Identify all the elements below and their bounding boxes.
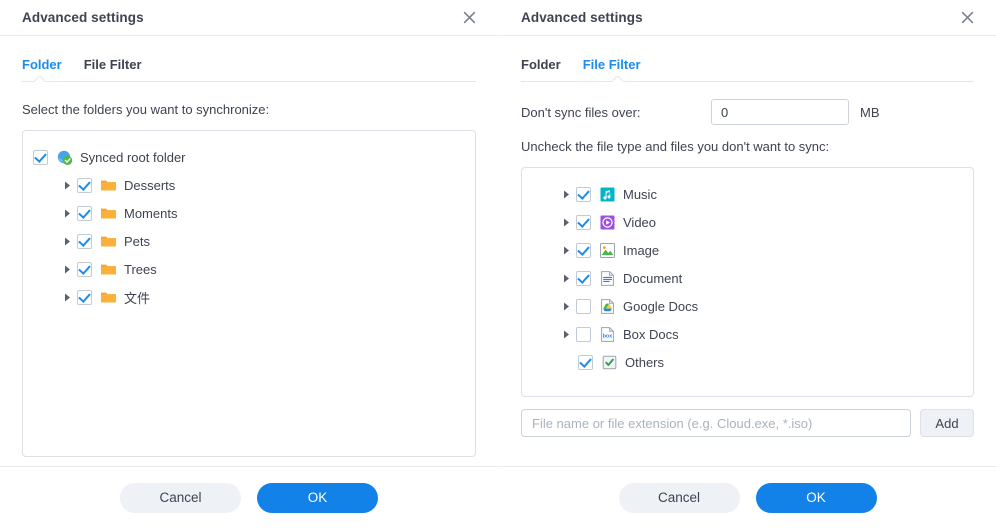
dialog-header-left: Advanced settings [0,0,498,36]
file-filter-input[interactable] [521,409,911,437]
checkbox-music[interactable] [576,187,591,202]
tab-file-filter[interactable]: File Filter [84,57,142,76]
checkbox-trees[interactable] [77,262,92,277]
tree-label-wenjian: 文件 [124,288,150,307]
file-type-label-others: Others [625,355,664,370]
advanced-settings-dialog-folder: Advanced settings Folder File Filter Sel… [0,0,498,528]
dialog-header-right: Advanced settings [499,0,996,36]
checkbox-pets[interactable] [77,234,92,249]
folder-instruction: Select the folders you want to synchroni… [22,101,476,119]
tab-bar-left: Folder File Filter [0,50,498,82]
dialog-body-left: Select the folders you want to synchroni… [0,82,498,466]
tree-row-desserts[interactable]: Desserts [33,171,465,199]
tab-file-filter[interactable]: File Filter [583,57,641,76]
music-note-icon [599,186,616,203]
cancel-button[interactable]: Cancel [120,483,241,513]
folder-icon [100,289,117,306]
dialog-footer-right: Cancel OK [499,466,996,528]
file-type-row-music[interactable]: Music [532,180,963,208]
file-type-list-box: Music Video [521,167,974,397]
filter-instruction: Uncheck the file type and files you don'… [521,138,974,156]
size-limit-input[interactable] [711,99,849,125]
add-filter-row: Add [521,409,974,437]
checkbox-google-docs[interactable] [576,299,591,314]
chevron-right-icon[interactable] [558,186,574,202]
svg-text:box: box [603,333,613,339]
file-type-label-music: Music [623,187,657,202]
file-type-label-document: Document [623,271,682,286]
checkbox-image[interactable] [576,243,591,258]
folder-icon [100,177,117,194]
tree-row-wenjian[interactable]: 文件 [33,283,465,311]
cancel-button[interactable]: Cancel [619,483,740,513]
tree-label-desserts: Desserts [124,178,175,193]
close-icon[interactable] [458,7,480,29]
file-type-row-video[interactable]: Video [532,208,963,236]
video-play-icon [599,214,616,231]
folder-icon [100,233,117,250]
tree-label-synced-root: Synced root folder [80,150,186,165]
file-type-label-image: Image [623,243,659,258]
chevron-right-icon[interactable] [59,289,75,305]
file-type-row-box-docs[interactable]: box Box Docs [532,320,963,348]
chevron-right-icon[interactable] [558,242,574,258]
dialog-body-right: Don't sync files over: MB Uncheck the fi… [499,82,996,466]
close-icon[interactable] [956,7,978,29]
ok-button[interactable]: OK [756,483,877,513]
tree-row-trees[interactable]: Trees [33,255,465,283]
ok-button[interactable]: OK [257,483,378,513]
checkbox-others[interactable] [578,355,593,370]
chevron-right-icon[interactable] [59,261,75,277]
folder-icon [100,205,117,222]
chevron-right-icon[interactable] [59,233,75,249]
tree-row-pets[interactable]: Pets [33,227,465,255]
tab-folder[interactable]: Folder [22,57,62,76]
file-type-row-image[interactable]: Image [532,236,963,264]
advanced-settings-dialog-file-filter: Advanced settings Folder File Filter Don… [498,0,996,528]
size-limit-label: Don't sync files over: [521,105,711,120]
checkbox-wenjian[interactable] [77,290,92,305]
tree-label-moments: Moments [124,206,177,221]
checkbox-video[interactable] [576,215,591,230]
file-type-row-document[interactable]: Document [532,264,963,292]
others-check-icon [601,354,618,371]
checkbox-synced-root[interactable] [33,150,48,165]
chevron-right-icon[interactable] [59,177,75,193]
file-type-row-others[interactable]: Others [532,348,963,376]
checkbox-moments[interactable] [77,206,92,221]
tab-folder[interactable]: Folder [521,57,561,76]
chevron-right-icon[interactable] [558,298,574,314]
size-limit-row: Don't sync files over: MB [521,99,974,125]
tree-label-trees: Trees [124,262,157,277]
chevron-right-icon[interactable] [59,205,75,221]
google-drive-icon [599,298,616,315]
image-picture-icon [599,242,616,259]
box-docs-icon: box [599,326,616,343]
page-title: Advanced settings [22,10,458,25]
checkbox-document[interactable] [576,271,591,286]
size-unit-label: MB [860,105,880,120]
folder-tree-box: Synced root folder Desserts [22,130,476,457]
chevron-right-icon[interactable] [558,326,574,342]
document-lines-icon [599,270,616,287]
checkbox-desserts[interactable] [77,178,92,193]
file-type-label-box-docs: Box Docs [623,327,679,342]
sync-globe-icon [56,149,73,166]
chevron-right-icon[interactable] [558,270,574,286]
add-button[interactable]: Add [920,409,974,437]
chevron-right-icon[interactable] [558,214,574,230]
tab-bar-right: Folder File Filter [499,50,996,82]
file-type-label-video: Video [623,215,656,230]
page-title: Advanced settings [521,10,956,25]
dialog-footer-left: Cancel OK [0,466,498,528]
advanced-settings-dual-dialog: Advanced settings Folder File Filter Sel… [0,0,996,528]
tree-row-moments[interactable]: Moments [33,199,465,227]
folder-icon [100,261,117,278]
file-type-label-google-docs: Google Docs [623,299,698,314]
checkbox-box-docs[interactable] [576,327,591,342]
file-type-row-google-docs[interactable]: Google Docs [532,292,963,320]
tree-row-synced-root[interactable]: Synced root folder [33,143,465,171]
tree-label-pets: Pets [124,234,150,249]
